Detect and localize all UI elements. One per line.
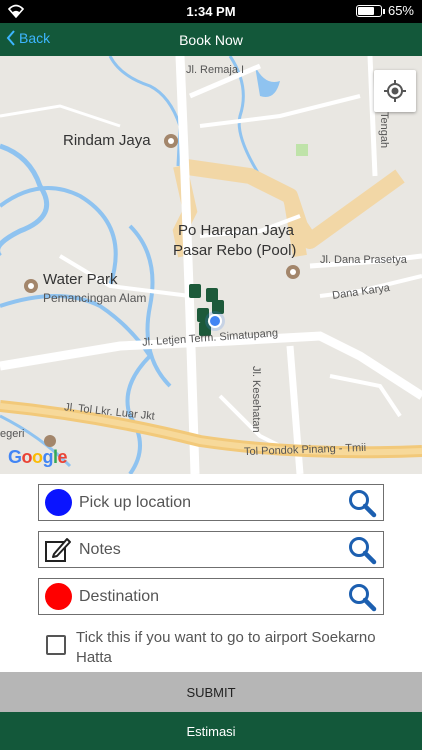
destination-search-button[interactable] xyxy=(345,580,379,614)
booking-form: Pick up location Notes Destination Tick … xyxy=(0,474,422,672)
airport-checkbox-label: Tick this if you want to go to airport S… xyxy=(76,629,376,666)
map-label-remaja: Jl. Remaja I xyxy=(186,64,245,76)
map-label-negeri: egeri xyxy=(0,428,25,440)
estimasi-button[interactable]: Estimasi xyxy=(0,712,422,750)
submit-button[interactable]: SUBMIT xyxy=(0,672,422,712)
pickup-search-button[interactable] xyxy=(345,486,379,520)
map-label-rindam: Rindam Jaya xyxy=(63,132,151,149)
airport-checkbox[interactable] xyxy=(46,635,66,655)
map-label-pemancingan: Pemancingan Alam xyxy=(43,291,147,305)
notes-field[interactable]: Notes xyxy=(38,531,384,568)
pickup-location-placeholder: Pick up location xyxy=(79,493,192,511)
map-label-tengah: Tengah xyxy=(378,112,390,149)
status-bar: 1:34 PM 65% xyxy=(0,0,422,23)
pickup-dot-icon xyxy=(44,489,72,516)
search-icon xyxy=(349,489,377,517)
search-icon xyxy=(349,536,377,564)
notes-search-button[interactable] xyxy=(345,533,379,567)
my-location-icon xyxy=(384,80,406,102)
airport-checkbox-row[interactable]: Tick this if you want to go to airport S… xyxy=(46,628,376,668)
notes-placeholder: Notes xyxy=(79,540,121,558)
map-label-po-harapan-2: Pasar Rebo (Pool) xyxy=(173,242,297,259)
pickup-location-field[interactable]: Pick up location xyxy=(38,484,384,521)
destination-dot-icon xyxy=(44,583,72,610)
battery-icon xyxy=(355,4,385,17)
search-icon xyxy=(349,583,377,611)
my-location-button[interactable] xyxy=(374,70,416,112)
edit-icon xyxy=(45,537,71,562)
map-label-kesehatan: Jl. Kesehatan xyxy=(250,366,262,433)
page-title: Book Now xyxy=(179,32,243,48)
map-label-dana-prasetya: Jl. Dana Prasetya xyxy=(320,254,407,266)
google-logo: Google xyxy=(8,447,68,467)
destination-placeholder: Destination xyxy=(79,587,160,605)
map-label-po-harapan-1: Po Harapan Jaya xyxy=(178,222,294,239)
nav-bar: Back Book Now xyxy=(0,23,422,56)
battery-percent: 65% xyxy=(387,3,414,18)
map-view[interactable]: Jl. Remaja I Rindam Jaya Po Harapan Jaya… xyxy=(0,56,422,474)
destination-field[interactable]: Destination xyxy=(38,578,384,615)
map-label-water-park: Water Park xyxy=(43,271,118,288)
